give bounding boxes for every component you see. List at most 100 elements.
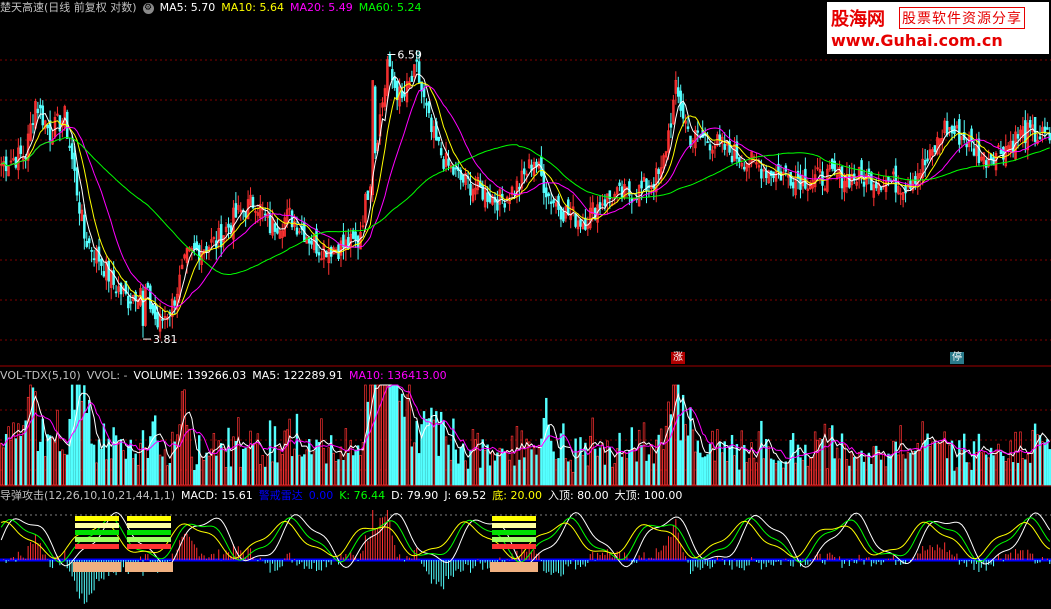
volume-bar: [826, 468, 829, 486]
volume-bar: [691, 429, 695, 486]
ind-legend-item-6: J: 69.52: [444, 489, 487, 502]
volume-bar: [112, 427, 115, 486]
logo-name: 股海网: [831, 9, 885, 30]
ind-legend-item-8: 入顶: 80.00: [547, 489, 609, 502]
signal-block-c-stripe: [492, 523, 536, 528]
settings-gear-icon[interactable]: ⚙: [142, 2, 154, 14]
volume-bar: [1033, 423, 1037, 486]
candle-body: [454, 167, 458, 170]
volume-bar: [789, 439, 792, 486]
volume-bar: [733, 455, 736, 486]
volume-bar: [496, 452, 499, 486]
volume-bar: [633, 448, 636, 486]
volume-bar: [9, 439, 13, 486]
candle-body: [268, 213, 272, 234]
candle-body: [992, 157, 995, 166]
ind-legend-item-0: 导弹攻击(12,26,10,10,21,44,1,1): [0, 489, 176, 502]
volume-bar: [58, 451, 62, 486]
volume-bar: [694, 451, 697, 486]
volume-bar: [457, 463, 460, 486]
volume-bar: [845, 459, 849, 486]
volume-bar: [488, 465, 492, 486]
candle-body: [870, 171, 873, 191]
volume-bar: [376, 384, 379, 486]
candle-body: [161, 318, 164, 321]
ind-legend-item-3: 0.00: [308, 489, 334, 502]
signal-block-b-base: [125, 562, 173, 572]
candle-body: [523, 168, 526, 175]
volume-bar: [427, 418, 431, 486]
volume-bar: [552, 451, 555, 486]
volume-bar: [459, 446, 462, 486]
candle-body: [4, 156, 8, 172]
volume-bar: [1043, 442, 1047, 486]
volume-bar: [420, 424, 423, 486]
candle-body: [173, 300, 177, 306]
candle-body: [442, 159, 445, 169]
volume-bar: [166, 465, 169, 486]
volume-bar: [285, 429, 289, 486]
candle-body: [789, 171, 792, 186]
candle-body: [696, 130, 700, 133]
volume-bar: [931, 441, 934, 486]
ind-legend-item-2: 警戒雷达: [258, 489, 303, 502]
volume-bar: [325, 463, 328, 486]
volume-bar: [882, 453, 885, 486]
volume-bar: [422, 411, 426, 486]
volume-bar: [447, 444, 450, 486]
volume-bar: [601, 442, 604, 486]
candle-body: [972, 148, 976, 156]
volume-bar: [899, 425, 902, 486]
volume-bar: [867, 452, 871, 486]
volume-bar: [613, 463, 616, 486]
volume-bar: [755, 462, 758, 486]
volume-bar: [312, 451, 316, 486]
volume-bar: [271, 461, 274, 486]
volume-bar: [163, 449, 167, 486]
volume-bar: [347, 452, 350, 486]
volume-bar: [787, 462, 790, 486]
volume-bar: [320, 418, 323, 486]
volume-bar: [740, 430, 744, 486]
ma10-line: [0, 81, 1050, 316]
signal-block-b-stripe: [127, 523, 171, 528]
logo-url: www.Guhai.com.cn: [831, 31, 1003, 50]
volume-bar: [662, 449, 665, 486]
volume-bar: [958, 440, 961, 486]
volume-bar: [589, 435, 592, 486]
volume-bar: [68, 418, 71, 486]
volume-bar: [295, 413, 299, 486]
candle-body: [486, 192, 489, 202]
volume-bar: [809, 458, 812, 486]
volume-bar: [545, 397, 548, 486]
volume-bar: [738, 469, 741, 486]
volume-bar: [249, 430, 252, 486]
volume-bar: [474, 439, 477, 486]
candle-body: [867, 168, 871, 175]
volume-bar: [85, 412, 88, 486]
candle-body: [317, 252, 321, 256]
candle-body: [114, 291, 118, 294]
volume-bar: [549, 440, 553, 486]
volume-bar: [897, 454, 900, 486]
volume-bar: [696, 440, 700, 486]
volume-bar: [222, 447, 225, 486]
candle-body: [804, 168, 807, 189]
volume-bar: [351, 455, 355, 486]
volume-bar: [48, 435, 52, 486]
volume-bar: [34, 391, 37, 486]
volume-bar: [246, 446, 250, 486]
stock-chart[interactable]: 6.59 3.81: [0, 0, 1051, 609]
volume-bar: [659, 428, 663, 486]
volume-bar: [637, 429, 641, 486]
volume-bar: [491, 451, 494, 486]
ma-legend-item-3: MA60: 5.24: [358, 1, 422, 14]
vol-legend-item-3: MA5: 122289.91: [252, 369, 343, 382]
candle-body: [547, 193, 550, 196]
volume-bar: [334, 461, 338, 486]
volume-bar: [493, 460, 497, 486]
candle-body: [923, 160, 927, 166]
volume-bar: [679, 440, 682, 486]
candle-body: [388, 54, 392, 67]
volume-bar: [80, 400, 84, 486]
